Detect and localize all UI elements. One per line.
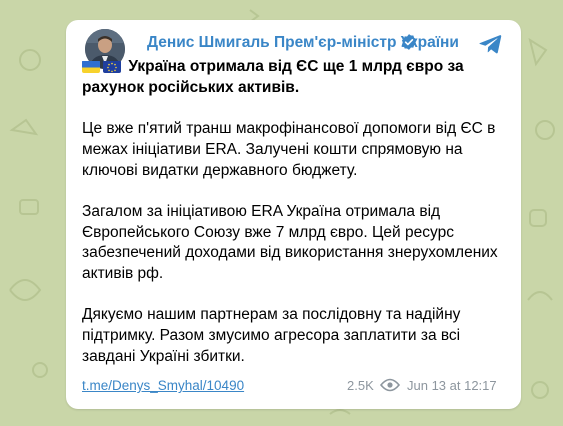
post-link[interactable]: t.me/Denys_Smyhal/10490 xyxy=(82,378,244,393)
verified-badge-icon xyxy=(401,34,417,50)
post-headline: Україна отримала від ЄС ще 1 млрд євро з… xyxy=(82,57,512,98)
post-paragraph: Дякуємо нашим партнерам за послідовну та… xyxy=(82,306,461,365)
post-date: Jun 13 at 12:17 xyxy=(407,378,497,393)
eye-icon xyxy=(380,378,400,392)
ukraine-flag-icon xyxy=(82,60,100,73)
post-text: Україна отримала від ЄС ще 1 млрд євро з… xyxy=(82,57,512,388)
post-paragraph: Це вже п'ятий транш макрофінансової допо… xyxy=(82,120,496,179)
telegram-share-icon[interactable] xyxy=(478,33,502,55)
eu-flag-icon xyxy=(103,60,121,73)
channel-post-card: Денис Шмигаль Прем'єр-міністр України Ук… xyxy=(66,20,521,409)
views-count: 2.5K xyxy=(347,378,374,393)
headline-text: Україна отримала від ЄС ще 1 млрд євро з… xyxy=(82,58,464,96)
post-paragraph: Загалом за ініціативою ERA Україна отрим… xyxy=(82,202,498,282)
